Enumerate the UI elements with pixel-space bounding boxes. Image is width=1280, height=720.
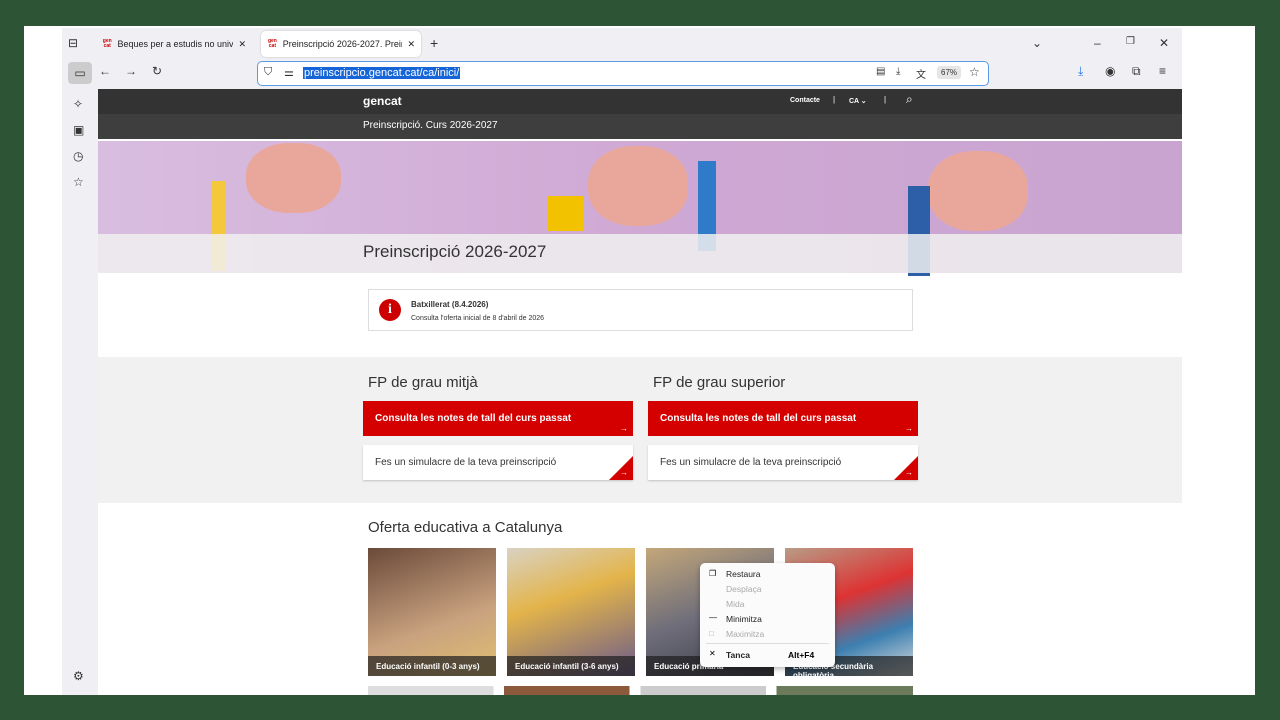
fp-section: FP de grau mitjà FP de grau superior Con… — [98, 357, 1182, 503]
contact-link[interactable]: Contacte — [790, 97, 820, 104]
fp-superior-simulation-button[interactable]: Fes un simulacre de la teva preinscripci… — [648, 445, 918, 480]
gencat-favicon-icon: gen cat — [267, 37, 277, 49]
sidebar-toggle-icon[interactable]: ▭ — [68, 62, 92, 84]
gencat-favicon-icon: gen cat — [102, 37, 112, 49]
shield-icon[interactable]: ⛉ — [264, 66, 272, 79]
tab-bar: ⊟ gen cat Beques per a estudis no univer… — [62, 28, 1182, 58]
save-page-icon[interactable]: ⤓ — [896, 66, 900, 77]
alert-box[interactable]: i Batxillerat (8.4.2026) Consulta l'ofer… — [368, 289, 913, 331]
gencat-logo[interactable]: gencat — [363, 94, 402, 108]
address-bar[interactable]: ⛉ ⚌ preinscripcio.gencat.cat/ca/inici/ ▤… — [257, 61, 989, 86]
minimize-icon[interactable]: – — [1094, 36, 1101, 50]
fp-mitja-heading: FP de grau mitjà — [368, 374, 478, 391]
menu-icon[interactable]: ≡ — [1159, 64, 1166, 78]
browser-window: ⊟ gen cat Beques per a estudis no univer… — [62, 28, 1182, 695]
account-icon[interactable]: ◉ — [1105, 64, 1115, 78]
search-icon[interactable]: ⌕ — [906, 92, 913, 107]
site-header: gencat Contacte | CA ⌄ | ⌕ — [98, 89, 1182, 114]
arrow-right-icon: → — [905, 424, 913, 433]
menu-minimize[interactable]: Minimitza — [726, 614, 762, 624]
bookmark-star-icon[interactable]: ☆ — [969, 65, 980, 79]
downloads-icon[interactable]: ⤓ — [1078, 64, 1083, 79]
close-tab-icon[interactable]: ✕ — [407, 39, 415, 50]
reader-view-icon[interactable]: ▤ — [876, 66, 885, 77]
card-infantil-3-6[interactable]: Educació infantil (3-6 anys) — [507, 548, 635, 676]
browser-sidebar: ✧ ▣ ◷ ☆ ⚙ — [62, 89, 98, 695]
close-icon: ✕ — [709, 649, 716, 658]
window-context-menu: ❐ Restaura Desplaça Mida — Minimitza □ Maxi… — [700, 563, 835, 667]
extensions-icon[interactable]: ⧉ — [1132, 64, 1141, 79]
history-icon[interactable]: ◷ — [73, 149, 83, 163]
tab-beques[interactable]: gen cat Beques per a estudis no universi… — [96, 31, 252, 57]
brain-illustration — [928, 151, 1028, 231]
more-cards — [368, 686, 913, 695]
restore-icon[interactable]: ❐ — [1126, 36, 1135, 47]
web-page: gencat Contacte | CA ⌄ | ⌕ Preinscripció… — [98, 89, 1182, 695]
close-tab-icon[interactable]: ✕ — [238, 39, 246, 50]
fp-mitja-cutoff-button[interactable]: Consulta les notes de tall del curs pass… — [363, 401, 633, 436]
menu-maximize: Maximitza — [726, 629, 765, 639]
menu-move: Desplaça — [726, 584, 762, 594]
nav-toolbar: ▭ ← → ↻ ⛉ ⚌ preinscripcio.gencat.cat/ca/… — [62, 59, 1182, 89]
tab-list-icon[interactable]: ⊟ — [68, 36, 78, 50]
fp-superior-heading: FP de grau superior — [653, 374, 786, 391]
hero-banner: Preinscripció 2026-2027 — [98, 141, 1182, 276]
menu-restore[interactable]: Restaura — [726, 569, 761, 579]
tab-overflow-chevron-icon[interactable]: ⌄ — [1032, 36, 1042, 50]
bookmarks-icon[interactable]: ☆ — [73, 175, 84, 189]
offer-heading: Oferta educativa a Catalunya — [368, 519, 563, 536]
language-selector[interactable]: CA ⌄ — [849, 97, 867, 105]
zoom-level[interactable]: 67% — [937, 66, 962, 79]
arrow-right-icon: → — [620, 424, 628, 433]
forward-icon[interactable]: → — [125, 64, 137, 78]
maximize-icon: □ — [709, 629, 714, 638]
close-window-icon[interactable]: ✕ — [1159, 36, 1169, 50]
restore-icon: ❐ — [709, 569, 717, 578]
new-tab-icon[interactable]: + — [430, 35, 438, 51]
synced-tabs-icon[interactable]: ▣ — [73, 123, 84, 137]
arrow-right-icon: → — [620, 468, 628, 477]
arrow-right-icon: → — [905, 468, 913, 477]
page-title: Preinscripció 2026-2027 — [363, 242, 547, 261]
tab-preinscripcio[interactable]: gen cat Preinscripció 2026-2027. Preinsc… — [261, 31, 421, 57]
menu-close[interactable]: Tanca — [726, 650, 750, 660]
back-icon[interactable]: ← — [99, 64, 111, 78]
fp-superior-cutoff-button[interactable]: Consulta les notes de tall del curs pass… — [648, 401, 918, 436]
translate-icon[interactable]: 文 — [916, 66, 926, 81]
close-shortcut: Alt+F4 — [788, 650, 815, 660]
menu-size: Mida — [726, 599, 745, 609]
brain-illustration — [246, 143, 341, 213]
reload-icon[interactable]: ↻ — [152, 64, 162, 78]
site-subheader: Preinscripció. Curs 2026-2027 — [98, 114, 1182, 139]
info-icon: i — [379, 299, 401, 321]
settings-gear-icon[interactable]: ⚙ — [73, 669, 84, 683]
brain-illustration — [588, 146, 688, 226]
minimize-icon: — — [709, 613, 717, 622]
permissions-icon[interactable]: ⚌ — [284, 66, 294, 79]
ai-chat-icon[interactable]: ✧ — [73, 97, 83, 111]
card-infantil-0-3[interactable]: Educació infantil (0-3 anys) — [368, 548, 496, 676]
fp-mitja-simulation-button[interactable]: Fes un simulacre de la teva preinscripci… — [363, 445, 633, 480]
site-subtitle[interactable]: Preinscripció. Curs 2026-2027 — [363, 120, 498, 131]
